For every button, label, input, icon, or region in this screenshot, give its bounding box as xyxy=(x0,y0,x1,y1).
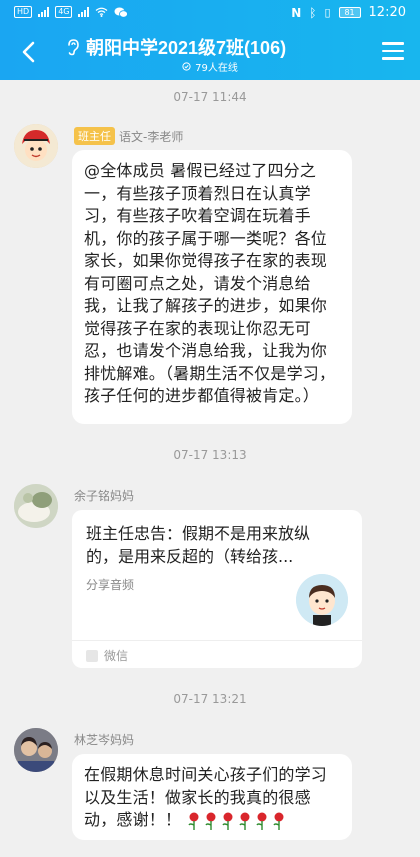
network-type: 4G xyxy=(55,6,73,18)
message-timestamp: 07-17 13:21 xyxy=(173,692,247,706)
card-source-text: 微信 xyxy=(104,649,129,663)
role-badge: 班主任 xyxy=(74,127,115,145)
wifi-icon xyxy=(96,7,108,17)
sender-name: 语文-李老师 xyxy=(119,129,184,144)
sender-name: 余子铭妈妈 xyxy=(74,489,135,503)
message-timestamp: 07-17 13:13 xyxy=(173,448,247,462)
rose-icon xyxy=(205,812,216,830)
card-thumbnail xyxy=(296,574,348,626)
group-title: 朝阳中学2021级7班(106) xyxy=(86,38,287,58)
avatar[interactable] xyxy=(14,124,58,168)
app-header: HD 4G N ᛒ ▯ 81 12:20 朝阳中学2021级7班(106) 79… xyxy=(0,0,420,80)
ear-icon xyxy=(68,39,79,56)
cartoon-child-icon xyxy=(296,574,348,626)
message-bubble[interactable]: 在假期休息时间关心孩子们的学习以及生活！做家长的我真的很感动，感谢！！ xyxy=(72,754,352,840)
photo-avatar-icon xyxy=(14,728,58,772)
sender-line: 林芝岑妈妈 xyxy=(74,731,134,748)
rose-icon xyxy=(256,812,267,830)
title-row[interactable]: 朝阳中学2021级7班(106) xyxy=(66,34,286,60)
battery-icon: 81 xyxy=(338,7,361,18)
status-time: 12:20 xyxy=(368,5,406,20)
status-bar: HD 4G N ᛒ ▯ 81 12:20 xyxy=(0,0,420,26)
avatar[interactable] xyxy=(14,728,58,772)
card-source: 微信 xyxy=(86,647,128,664)
photo-avatar-icon xyxy=(14,484,58,528)
sender-name: 林芝岑妈妈 xyxy=(74,733,135,747)
card-title: 班主任忠告：假期不是用来放纵的，是用来反超的（转给孩... xyxy=(86,524,311,566)
online-count: 79人在线 xyxy=(0,59,420,74)
vibrate-icon: ▯ xyxy=(324,6,331,19)
signal-icon xyxy=(38,7,50,17)
cartoon-avatar-icon xyxy=(14,124,58,168)
hamburger-menu-icon[interactable] xyxy=(382,42,404,60)
sender-line: 余子铭妈妈 xyxy=(74,487,134,504)
rose-icon xyxy=(273,812,284,830)
nfc-icon: N xyxy=(291,5,302,20)
rose-emoji-row xyxy=(187,812,286,830)
message-timestamp: 07-17 11:44 xyxy=(173,90,247,104)
sender-line: 班主任 语文-李老师 xyxy=(74,127,183,145)
signal-icon-2 xyxy=(78,7,90,17)
message-bubble[interactable]: @全体成员 暑假已经过了四分之一，有些孩子顶着烈日在认真学习，有些孩子吹着空调在… xyxy=(72,150,352,424)
online-dot-icon xyxy=(182,62,191,71)
rose-icon xyxy=(188,812,199,830)
shared-audio-card[interactable]: 班主任忠告：假期不是用来放纵的，是用来反超的（转给孩... 分享音频 微信 xyxy=(72,510,362,668)
hd-indicator: HD xyxy=(14,6,33,18)
message-text: @全体成员 暑假已经过了四分之一，有些孩子顶着烈日在认真学习，有些孩子吹着空调在… xyxy=(84,161,336,405)
wechat-icon xyxy=(114,7,129,18)
message-text-wrap: 在假期休息时间关心孩子们的学习以及生活！做家长的我真的很感动，感谢！！ xyxy=(72,754,352,842)
avatar[interactable] xyxy=(14,484,58,528)
bluetooth-icon: ᛒ xyxy=(309,5,317,20)
card-label: 分享音频 xyxy=(86,578,135,592)
card-divider xyxy=(72,640,362,641)
source-icon xyxy=(86,649,98,662)
rose-icon xyxy=(222,812,233,830)
online-count-text: 79人在线 xyxy=(195,63,238,74)
rose-icon xyxy=(239,812,250,830)
